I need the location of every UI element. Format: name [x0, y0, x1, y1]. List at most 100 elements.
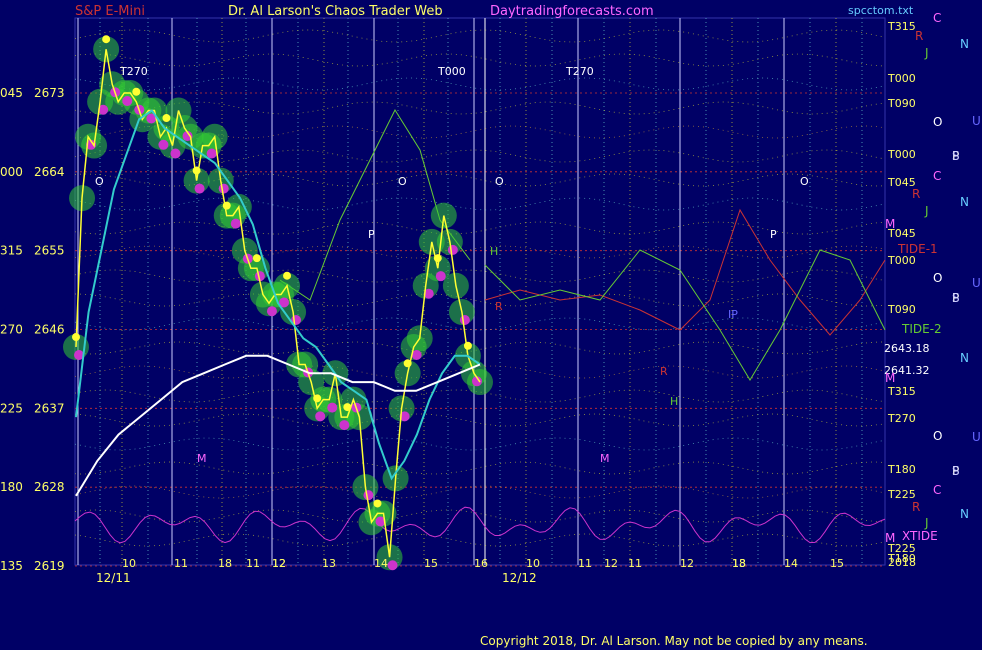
y-tick-value: 2664: [34, 165, 65, 179]
x-hour-label: 13: [322, 557, 336, 570]
tide-2-label: TIDE-2: [901, 322, 942, 336]
planet-letter: N: [960, 195, 969, 209]
yellow-marker: [252, 254, 261, 263]
right-angle-label: T000: [887, 72, 916, 85]
chart-annotation: O: [800, 175, 809, 188]
planet-letter: J: [924, 204, 929, 218]
right-year-label: 2018: [888, 556, 916, 569]
yellow-marker: [463, 341, 472, 350]
planet-letter: O: [933, 429, 942, 443]
y-tick-value: 2673: [34, 86, 65, 100]
right-angle-label: T180: [887, 463, 916, 476]
chart-annotation: M: [600, 452, 610, 465]
planet-letter: N: [960, 507, 969, 521]
planet-letter: O: [933, 271, 942, 285]
planet-letter: J: [924, 46, 929, 60]
chart-annotation: R: [660, 365, 668, 378]
planet-letter: U: [972, 276, 981, 290]
x-minor-label: 18: [218, 557, 232, 570]
magenta-point: [363, 490, 374, 501]
planet-letter: U: [972, 430, 981, 444]
magenta-point: [170, 148, 181, 159]
chart-annotation: P: [368, 228, 375, 241]
y-tick-angle: 315: [0, 244, 23, 258]
chart-annotation: O: [495, 175, 504, 188]
planet-letter: R: [912, 187, 920, 201]
y-tick-angle: 135: [0, 559, 23, 573]
x-hour-label: 14: [784, 557, 798, 570]
site-title: Dr. Al Larson's Chaos Trader Web: [228, 4, 443, 19]
x-minor-label: 11: [246, 557, 260, 570]
magenta-point: [327, 402, 338, 413]
chart-annotation: T000: [437, 65, 466, 78]
chart-annotation: H: [670, 395, 678, 408]
magenta-point: [218, 183, 229, 194]
x-minor-label: 12: [604, 557, 618, 570]
planet-letter: O: [933, 115, 942, 129]
planet-letter: S: [952, 291, 960, 305]
chart-symbol: S&P E-Mini: [75, 4, 145, 19]
right-angle-label: T315: [887, 385, 916, 398]
yellow-marker: [132, 87, 141, 96]
magenta-point: [459, 314, 470, 325]
magenta-point: [230, 218, 241, 229]
planet-letter: M: [885, 371, 895, 385]
planet-letter: C: [933, 483, 941, 497]
y-tick-value: 2637: [34, 401, 65, 415]
x-hour-label: 10: [526, 557, 540, 570]
right-angle-label: T090: [887, 303, 916, 316]
planet-letter: J: [924, 516, 929, 530]
tide-1-label: TIDE-1: [897, 242, 938, 256]
right-value-label: 2643.18: [884, 342, 930, 355]
data-file-name: spcctom.txt: [848, 4, 914, 17]
chart-annotation: R: [495, 300, 503, 313]
planet-letter: S: [952, 149, 960, 163]
x-hour-label: 15: [424, 557, 438, 570]
y-tick-value: 2646: [34, 323, 65, 337]
planet-letter: N: [960, 351, 969, 365]
planet-letter: U: [972, 114, 981, 128]
yellow-marker: [373, 499, 382, 508]
y-tick-angle: 180: [0, 480, 23, 494]
right-angle-label: T315: [887, 20, 916, 33]
chart-annotation: O: [95, 175, 104, 188]
x-hour-label: 15: [830, 557, 844, 570]
x-hour-label: 12: [680, 557, 694, 570]
planet-letter: R: [915, 29, 923, 43]
site-url[interactable]: Daytradingforecasts.com: [490, 4, 654, 19]
chart-annotation: IP: [728, 308, 738, 321]
x-hour-label: 10: [122, 557, 136, 570]
x-date-label: 12/11: [96, 571, 131, 585]
right-angle-label: T090: [887, 97, 916, 110]
magenta-point: [122, 96, 133, 106]
y-tick-value: 2619: [34, 559, 65, 573]
x-minor-label: 12: [272, 557, 286, 570]
y-tick-angle: 270: [0, 323, 23, 337]
magenta-point: [266, 306, 277, 317]
planet-letter: S: [952, 464, 960, 478]
right-angle-label: T000: [887, 148, 916, 161]
copyright: Copyright 2018, Dr. Al Larson. May not b…: [480, 634, 868, 648]
chart-annotation: H: [490, 245, 498, 258]
chart-annotation: O: [398, 175, 407, 188]
planet-letter: C: [933, 11, 941, 25]
chart-annotation: M: [197, 452, 207, 465]
chart-annotation: T270: [565, 65, 594, 78]
planet-letter: M: [885, 217, 895, 231]
magenta-point: [158, 139, 169, 150]
x-minor-label: 18: [732, 557, 746, 570]
x-hour-label: 11: [578, 557, 592, 570]
yellow-marker: [102, 35, 111, 44]
magenta-point: [387, 560, 398, 571]
magenta-point: [435, 271, 446, 282]
yellow-marker: [162, 114, 171, 123]
y-tick-value: 2655: [34, 244, 65, 258]
chart-annotation: P: [770, 228, 777, 241]
planet-letter: R: [912, 500, 920, 514]
x-minor-label: 11: [628, 557, 642, 570]
chart-annotation: T270: [119, 65, 148, 78]
x-date-label: 12/12: [502, 571, 537, 585]
magenta-point: [339, 420, 350, 431]
y-tick-angle: 000: [0, 165, 23, 179]
right-angle-label: T270: [887, 412, 916, 425]
